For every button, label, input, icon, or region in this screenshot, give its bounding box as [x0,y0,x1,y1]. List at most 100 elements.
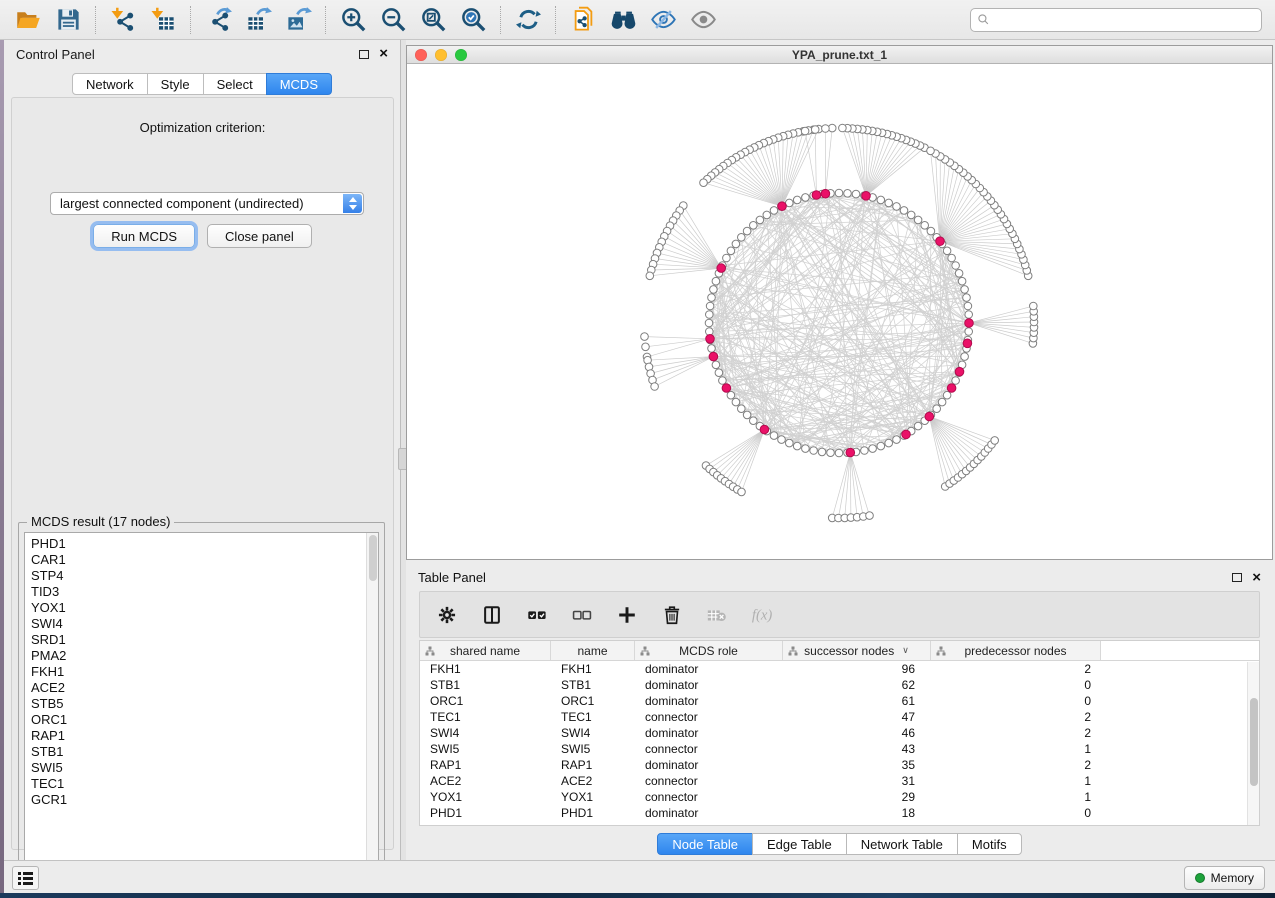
float-panel-icon[interactable] [359,50,369,59]
toolbar-separator [555,6,556,34]
show-panels-button[interactable] [12,866,39,890]
mcds-list-item[interactable]: YOX1 [31,600,378,616]
zoom-fit-button[interactable] [415,4,451,36]
toolbar-separator [95,6,96,34]
mcds-list-item[interactable]: FKH1 [31,664,378,680]
mcds-panel: Optimization criterion: largest connecte… [11,97,394,850]
find-icon [610,6,637,33]
mcds-list-item[interactable]: STB5 [31,696,378,712]
select-all-button[interactable] [525,603,549,627]
memory-status-icon [1195,873,1205,883]
export-network-icon [205,6,232,33]
table-row[interactable]: STB1STB1dominator620 [420,677,1259,693]
zoom-window-button[interactable] [455,49,467,61]
table-row[interactable]: PHD1PHD1dominator180 [420,805,1259,821]
tab-motifs[interactable]: Motifs [957,833,1022,855]
toolbar-separator [325,6,326,34]
mcds-list-item[interactable]: CAR1 [31,552,378,568]
deselect-all-icon [571,604,593,626]
status-bar: Memory [0,860,1275,893]
show-columns-icon [481,604,503,626]
search-field[interactable] [970,8,1262,32]
tab-network[interactable]: Network [72,73,148,95]
network-titlebar: YPA_prune.txt_1 [407,46,1272,64]
mcds-list-item[interactable]: STP4 [31,568,378,584]
close-panel-button[interactable]: Close panel [207,224,312,248]
table-mode-button[interactable] [435,603,459,627]
column-header-shared-name[interactable]: shared name [420,641,551,660]
tab-network-table[interactable]: Network Table [846,833,958,855]
optimization-select[interactable]: largest connected component (undirected) [50,192,364,215]
mcds-list-item[interactable]: SWI5 [31,760,378,776]
mcds-list-item[interactable]: ACE2 [31,680,378,696]
zoom-out-button[interactable] [375,4,411,36]
table-row[interactable]: SWI5SWI5connector431 [420,741,1259,757]
search-input[interactable] [994,12,1255,27]
list-scrollbar[interactable] [366,533,378,887]
column-header-MCDS-role[interactable]: MCDS role [635,641,783,660]
hide-selected-button[interactable] [645,4,681,36]
mcds-list-item[interactable]: PHD1 [31,536,378,552]
tab-edge-table[interactable]: Edge Table [752,833,847,855]
delete-columns-button[interactable] [660,603,684,627]
tab-style[interactable]: Style [147,73,204,95]
function-builder-button: f(x) [750,603,774,627]
table-panel: Table Panel × f(x) shared namenameMCDS r… [406,565,1273,857]
mcds-list-item[interactable]: STB1 [31,744,378,760]
table-row[interactable]: RAP1RAP1dominator352 [420,757,1259,773]
mcds-list-item[interactable]: RAP1 [31,728,378,744]
minimize-window-button[interactable] [435,49,447,61]
table-scrollbar[interactable] [1247,662,1259,825]
tab-mcds[interactable]: MCDS [266,73,332,95]
find-button[interactable] [605,4,641,36]
clone-network-icon [570,6,597,33]
memory-label: Memory [1211,871,1254,885]
table-row[interactable]: SWI4SWI4dominator462 [420,725,1259,741]
export-image-button[interactable] [280,4,316,36]
show-all-button[interactable] [685,4,721,36]
zoom-selected-button[interactable] [455,4,491,36]
network-canvas[interactable] [407,65,1272,559]
deselect-all-button[interactable] [570,603,594,627]
column-header-name[interactable]: name [551,641,635,660]
show-columns-button[interactable] [480,603,504,627]
export-network-button[interactable] [200,4,236,36]
mcds-list-item[interactable]: ORC1 [31,712,378,728]
close-panel-icon[interactable]: × [379,49,388,59]
refresh-layout-button[interactable] [510,4,546,36]
column-header-successor-nodes[interactable]: successor nodes∨ [783,641,931,660]
mcds-result-list[interactable]: PHD1CAR1STP4TID3YOX1SWI4SRD1PMA2FKH1ACE2… [24,532,379,888]
memory-button[interactable]: Memory [1184,866,1265,890]
table-panel-title: Table Panel [418,570,486,585]
mcds-list-item[interactable]: TEC1 [31,776,378,792]
open-file-button[interactable] [10,4,46,36]
mcds-list-item[interactable]: PMA2 [31,648,378,664]
tab-select[interactable]: Select [203,73,267,95]
close-table-panel-icon[interactable]: × [1252,573,1261,583]
table-row[interactable]: YOX1YOX1connector291 [420,789,1259,805]
run-mcds-button[interactable]: Run MCDS [93,224,195,248]
table-row[interactable]: ORC1ORC1dominator610 [420,693,1259,709]
import-network-icon [110,6,137,33]
import-table-button[interactable] [145,4,181,36]
zoom-in-button[interactable] [335,4,371,36]
save-session-button[interactable] [50,4,86,36]
close-window-button[interactable] [415,49,427,61]
table-row[interactable]: TEC1TEC1connector472 [420,709,1259,725]
new-column-button[interactable] [615,603,639,627]
mcds-result-group: MCDS result (17 nodes) PHD1CAR1STP4TID3Y… [18,522,385,894]
tab-node-table[interactable]: Node Table [657,833,753,855]
clone-network-button[interactable] [565,4,601,36]
table-row[interactable]: FKH1FKH1dominator962 [420,661,1259,677]
float-table-panel-icon[interactable] [1232,573,1242,582]
mcds-list-item[interactable]: GCR1 [31,792,378,808]
import-network-button[interactable] [105,4,141,36]
table-row[interactable]: ACE2ACE2connector311 [420,773,1259,789]
mcds-list-item[interactable]: TID3 [31,584,378,600]
mcds-list-item[interactable]: SWI4 [31,616,378,632]
control-panel-tabs: NetworkStyleSelectMCDS [4,73,400,95]
column-header-predecessor-nodes[interactable]: predecessor nodes [931,641,1101,660]
export-table-button[interactable] [240,4,276,36]
mcds-list-item[interactable]: SRD1 [31,632,378,648]
delete-table-button [705,603,729,627]
